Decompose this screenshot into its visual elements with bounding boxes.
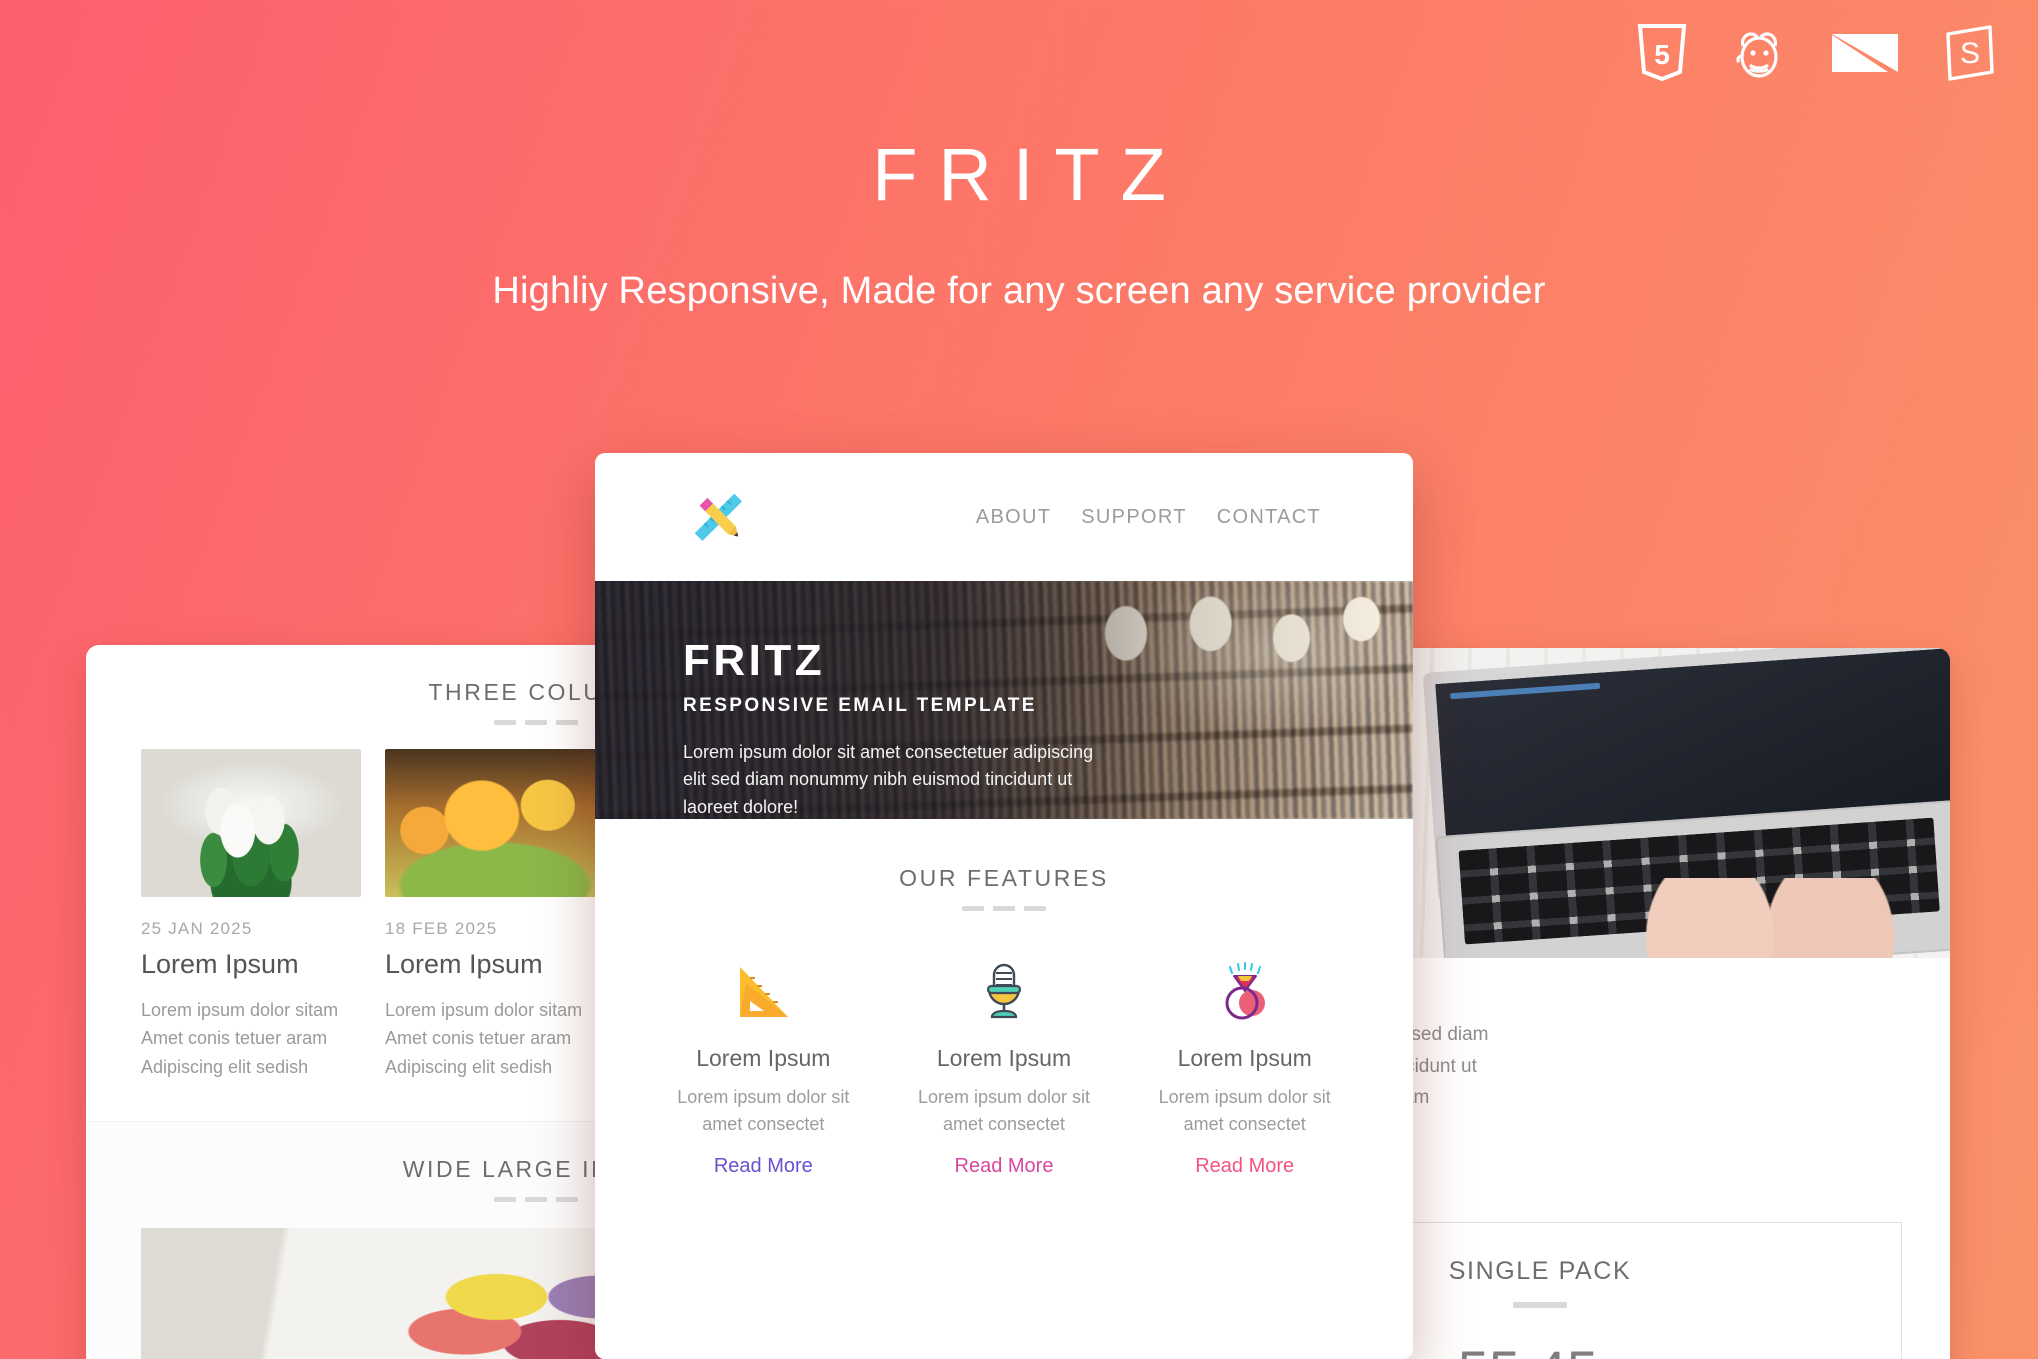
campaign-monitor-icon [1830,28,1900,78]
page-subtitle: Highliy Responsive, Made for any screen … [492,270,1546,312]
center-hero-title: FRITZ [683,636,826,685]
mailchimp-icon [1730,24,1788,82]
pricing-divider [1513,1302,1567,1309]
diamond-ring-icon [1136,945,1353,1023]
post-image-orange-tulips [385,749,605,897]
html5-icon: 5 [1636,24,1688,82]
post-body: Lorem ipsum dolor sitam Amet conis tetue… [141,1000,339,1077]
feature-title: Lorem Ipsum [696,1045,831,1071]
post-title: Lorem Ipsum [385,949,543,979]
features-header: OUR FEATURES [595,865,1413,911]
svg-text:S: S [1960,37,1980,70]
post-column[interactable]: 25 JAN 2025 Lorem Ipsum Lorem ipsum dolo… [141,749,361,1081]
pencil-ruler-cross-logo[interactable] [687,486,749,548]
post-column[interactable]: 18 FEB 2025 Lorem Ipsum Lorem ipsum dolo… [385,749,605,1081]
post-date: 18 FEB 2025 [385,919,498,938]
feature-body: Lorem ipsum dolor sit amet consectet [917,1087,1091,1134]
post-body: Lorem ipsum dolor sitam Amet conis tetue… [385,1000,583,1077]
feature-title: Lorem Ipsum [936,1045,1072,1071]
feature-body: Lorem ipsum dolor sit amet consectet [1158,1087,1331,1134]
feature-read-more-link[interactable]: Read More [955,1155,1054,1178]
features-row: Lorem Ipsum Lorem ipsum dolor sit amet c… [595,911,1413,1178]
features-heading: OUR FEATURES [899,865,1109,891]
center-preview-card[interactable]: ABOUT SUPPORT CONTACT FRITZ RESPONSIVE E… [595,453,1413,1359]
svg-text:5: 5 [1654,39,1670,70]
feature-item[interactable]: Lorem Ipsum Lorem ipsum dolor sit amet c… [643,945,884,1178]
post-date: 25 JAN 2025 [141,919,253,938]
center-card-header: ABOUT SUPPORT CONTACT [595,453,1413,581]
sendinblue-icon: S [1942,24,1998,82]
center-hero-content: FRITZ RESPONSIVE EMAIL TEMPLATE Lorem ip… [683,639,1103,819]
hands-graphic [1620,878,1920,958]
post-image-white-tulips [141,749,361,897]
center-hero-subtitle: RESPONSIVE EMAIL TEMPLATE [683,695,1037,716]
service-icons-bar: 5 S [1636,24,1998,82]
page-title: FRITZ [872,133,1187,216]
nav-support[interactable]: SUPPORT [1081,506,1186,529]
microphone-icon [896,945,1113,1023]
feature-title: Lorem Ipsum [1177,1045,1312,1071]
center-card-nav: ABOUT SUPPORT CONTACT [976,506,1321,529]
nav-contact[interactable]: CONTACT [1217,506,1321,529]
center-hero-banner: FRITZ RESPONSIVE EMAIL TEMPLATE Lorem ip… [595,581,1413,819]
feature-item[interactable]: Lorem Ipsum Lorem ipsum dolor sit amet c… [884,945,1125,1178]
nav-about[interactable]: ABOUT [976,506,1051,529]
feature-read-more-link[interactable]: Read More [1195,1155,1294,1178]
post-title: Lorem Ipsum [141,949,299,979]
triangle-ruler-icon [655,945,872,1023]
center-hero-body: Lorem ipsum dolor sit amet consectetuer … [683,742,1094,817]
feature-body: Lorem ipsum dolor sit amet consectet [677,1087,850,1134]
feature-read-more-link[interactable]: Read More [714,1155,813,1178]
feature-item[interactable]: Lorem Ipsum Lorem ipsum dolor sit amet c… [1124,945,1365,1178]
features-section: OUR FEATURES Lorem Ipsum Lorem ipsum dol… [595,819,1413,1178]
